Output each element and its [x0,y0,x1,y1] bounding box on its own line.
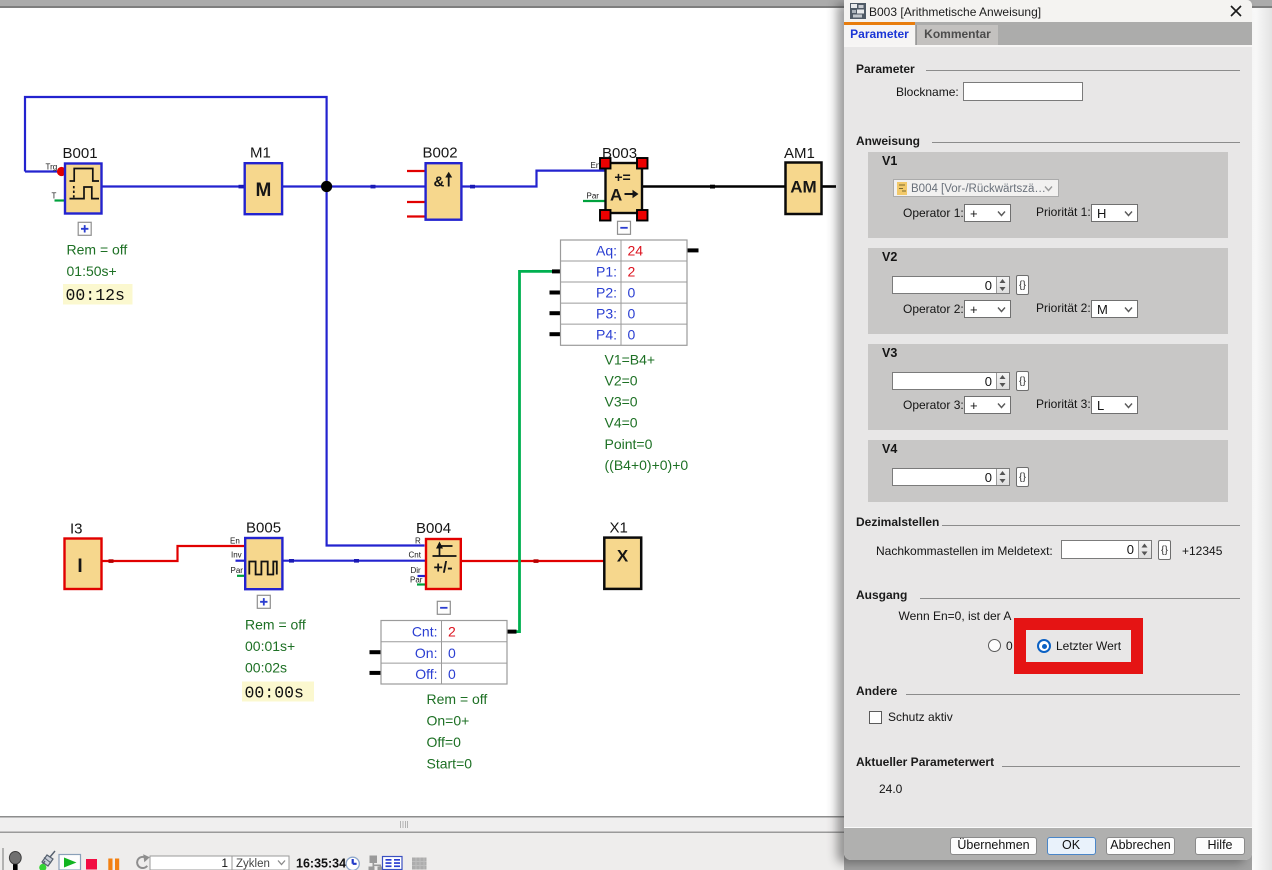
svg-text:En: En [591,161,601,170]
svg-text:00:12s: 00:12s [66,286,125,305]
svg-text:AM: AM [790,178,816,197]
svg-text:Par: Par [410,576,423,585]
svg-text:V1=B4+: V1=B4+ [605,352,656,368]
svg-text:Rem = off: Rem = off [67,242,128,258]
svg-text:Dir: Dir [411,566,422,575]
svg-text:&: & [434,174,445,191]
svg-text:M: M [255,180,271,201]
svg-text:Cnt: Cnt [409,551,422,560]
svg-text:Inv: Inv [231,551,242,560]
svg-text:00:01s+: 00:01s+ [245,638,295,654]
svg-text:2: 2 [628,264,636,280]
svg-text:On=0+: On=0+ [427,713,470,729]
svg-text:P2:: P2: [596,285,617,301]
svg-text:X: X [617,547,629,566]
svg-text:P4:: P4: [596,327,617,343]
svg-text:Rem = off: Rem = off [245,617,306,633]
svg-text:I3: I3 [70,521,83,538]
svg-text:P3:: P3: [596,306,617,322]
svg-text:Par: Par [231,566,244,575]
svg-text:0: 0 [628,285,636,301]
svg-text:R: R [415,537,421,546]
svg-text:((B4+0)+0)+0: ((B4+0)+0)+0 [605,457,689,473]
svg-text:En: En [230,537,240,546]
svg-text:Aq:: Aq: [596,243,617,259]
svg-text:+=: += [614,169,630,185]
svg-text:B001: B001 [63,145,98,162]
svg-text:Rem = off: Rem = off [427,691,488,707]
svg-text:Off=0: Off=0 [427,734,462,750]
svg-text:00:00s: 00:00s [245,684,304,703]
svg-text:V3=0: V3=0 [605,394,638,410]
svg-text:+/-: +/- [433,560,452,577]
svg-text:24: 24 [628,243,644,259]
svg-text:Cnt:: Cnt: [412,624,438,640]
svg-text:B005: B005 [246,520,281,537]
svg-text:P1:: P1: [596,264,617,280]
svg-text:V4=0: V4=0 [605,415,638,431]
svg-text:2: 2 [448,624,456,640]
svg-text:M1: M1 [250,145,271,162]
svg-text:0: 0 [628,327,636,343]
svg-text:B003: B003 [602,145,637,162]
svg-text:X1: X1 [610,520,628,537]
svg-text:B002: B002 [423,145,458,162]
svg-text:0: 0 [448,666,456,682]
svg-text:Par: Par [587,192,600,201]
svg-text:16:35:34: 16:35:34 [296,857,346,870]
svg-text:Off:: Off: [415,666,437,682]
svg-text:On:: On: [415,645,438,661]
svg-text:1: 1 [221,856,228,870]
svg-text:0: 0 [628,306,636,322]
svg-text:0: 0 [448,645,456,661]
svg-text:Zyklen: Zyklen [236,858,270,870]
svg-text:AM1: AM1 [784,145,815,162]
svg-text:Point=0: Point=0 [605,436,653,452]
svg-text:T: T [52,192,57,201]
svg-text:Trg: Trg [46,163,58,172]
svg-text:V2=0: V2=0 [605,373,638,389]
svg-text:01:50s+: 01:50s+ [67,263,117,279]
svg-text:A: A [610,186,622,205]
svg-text:I: I [77,556,82,577]
svg-text:00:02s: 00:02s [245,660,287,676]
svg-text:B004: B004 [416,520,451,537]
svg-text:Start=0: Start=0 [427,756,473,772]
